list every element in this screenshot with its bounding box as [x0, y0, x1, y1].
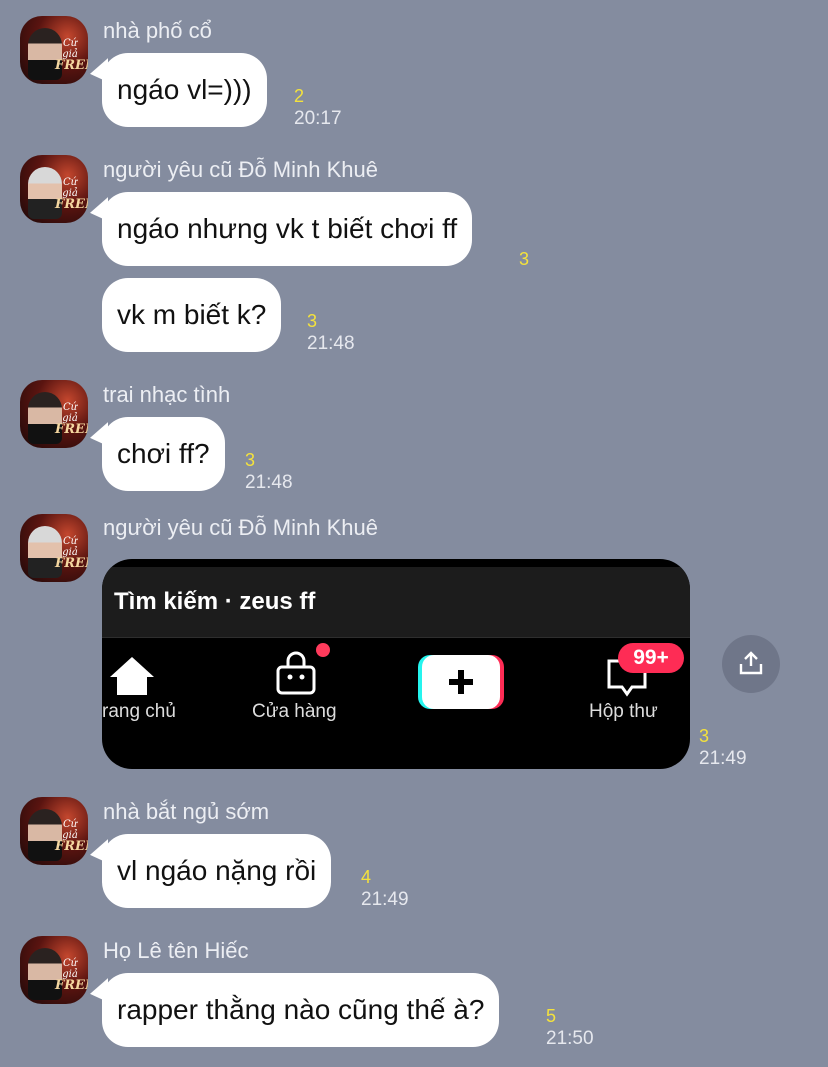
nav-label-home: rang chủ [102, 701, 176, 722]
message-bubble[interactable]: ngáo nhưng vk t biết chơi ff [102, 192, 473, 266]
avatar-logo: Cứ giảFREE [55, 402, 88, 437]
shared-image[interactable]: Tìm kiếm · zeus ff rang chủ Cửa hàng 99+… [102, 559, 690, 769]
message-bubble[interactable]: rapper thằng nào cũng thế à? [102, 973, 500, 1047]
read-count: 3 [519, 249, 530, 269]
nav-label-shop: Cửa hàng [252, 701, 337, 722]
avatar[interactable]: Cứ giảFREE [20, 936, 88, 1004]
notification-dot [316, 643, 330, 657]
message-bubble[interactable]: vl ngáo nặng rồi [102, 834, 332, 908]
plus-icon [418, 655, 504, 709]
avatar[interactable]: Cứ giảFREE [20, 155, 88, 223]
read-count: 3 [699, 726, 710, 746]
message-bubble[interactable]: chơi ff? [102, 417, 225, 491]
avatar[interactable]: Cứ giảFREE [20, 16, 88, 84]
nav-label-inbox: Hộp thư [589, 701, 658, 722]
message-time: 21:49 [361, 889, 409, 910]
message-bubble[interactable]: vk m biết k? [102, 278, 282, 352]
read-count: 4 [361, 867, 372, 887]
read-count: 2 [294, 86, 305, 106]
avatar-logo: Cứ giảFREE [55, 177, 88, 212]
message-time: 20:17 [294, 108, 342, 129]
search-bar: Tìm kiếm · zeus ff [102, 567, 690, 638]
read-count: 3 [307, 311, 318, 331]
inbox-badge: 99+ [618, 643, 684, 673]
avatar-logo: Cứ giảFREE [55, 38, 88, 73]
read-count: 5 [546, 1006, 557, 1026]
shop-icon [276, 651, 316, 695]
share-button[interactable] [722, 635, 780, 693]
read-count: 3 [245, 450, 256, 470]
message-time: 21:49 [699, 748, 747, 769]
home-icon [110, 657, 154, 695]
message-time: 21:48 [307, 333, 355, 354]
avatar[interactable]: Cứ giảFREE [20, 380, 88, 448]
message-bubble[interactable]: ngáo vl=))) [102, 53, 267, 127]
message-time: 21:50 [546, 1028, 594, 1049]
search-text: Tìm kiếm · zeus ff [114, 588, 316, 615]
avatar[interactable]: Cứ giảFREE [20, 797, 88, 865]
share-icon [739, 651, 763, 675]
avatar-logo: Cứ giảFREE [55, 958, 88, 993]
avatar-logo: Cứ giảFREE [55, 819, 88, 854]
avatar[interactable]: Cứ giảFREE [20, 514, 88, 582]
message-time: 21:48 [245, 472, 293, 493]
sender-name: nhà bắt ngủ sớm [103, 799, 270, 824]
sender-name: nhà phố cổ [103, 18, 212, 43]
avatar-logo: Cứ giảFREE [55, 536, 88, 571]
sender-name: Họ Lê tên Hiếc [103, 938, 249, 963]
sender-name: người yêu cũ Đỗ Minh Khuê [103, 157, 378, 182]
sender-name: trai nhạc tình [103, 382, 231, 407]
sender-name: người yêu cũ Đỗ Minh Khuê [103, 515, 378, 540]
